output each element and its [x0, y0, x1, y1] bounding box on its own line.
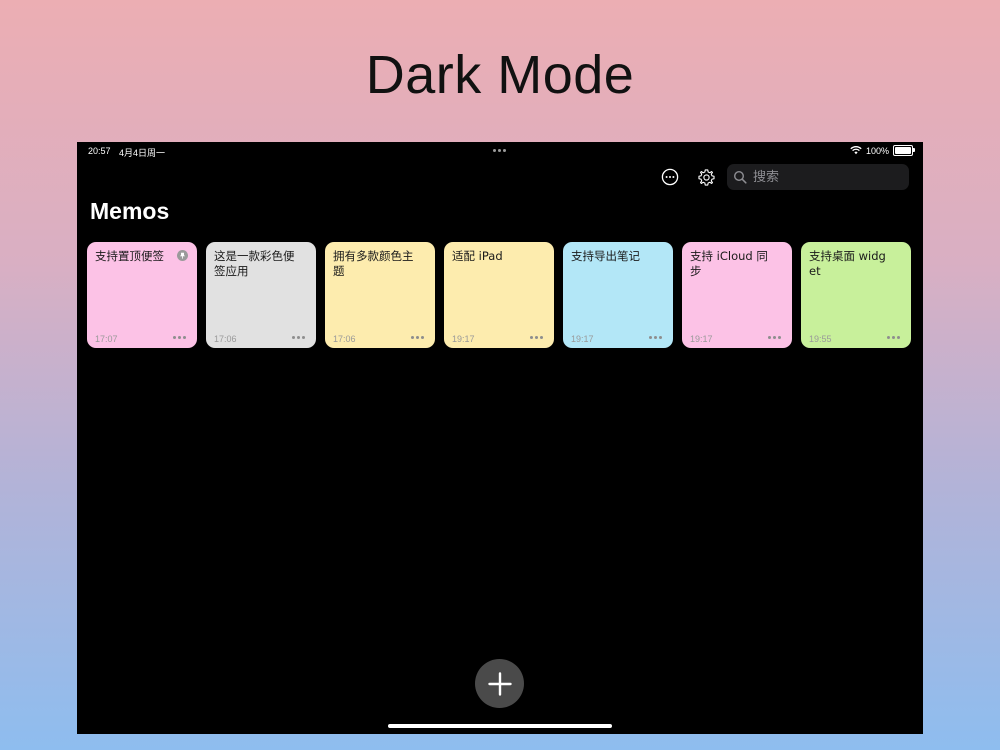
search-icon: [733, 170, 747, 184]
memo-time: 19:55: [809, 334, 832, 344]
status-bar: 20:57 4月4日周一 100%: [77, 142, 923, 160]
promo-title: Dark Mode: [365, 45, 635, 105]
memo-text: 支持桌面 widget: [809, 249, 886, 278]
more-options-button[interactable]: [660, 167, 680, 187]
memo-time: 19:17: [571, 334, 594, 344]
battery-icon: [893, 145, 915, 156]
memo-text: 拥有多款颜色主题: [333, 249, 414, 278]
memo-more-icon[interactable]: [411, 336, 424, 339]
memo-card[interactable]: 支持导出笔记 19:17: [563, 242, 673, 348]
memo-text: 适配 iPad: [452, 249, 503, 263]
memo-time: 19:17: [452, 334, 475, 344]
gear-icon: [697, 168, 715, 186]
status-right: 100%: [850, 145, 915, 156]
memo-card[interactable]: 这是一款彩色便签应用 17:06: [206, 242, 316, 348]
memo-text: 支持 iCloud 同步: [690, 249, 768, 278]
memo-list: 支持置顶便签 17:07 这是一款彩色便签应用 17:06 拥有多款颜色主题 1…: [87, 242, 911, 348]
memo-more-icon[interactable]: [649, 336, 662, 339]
memo-text: 支持导出笔记: [571, 249, 640, 263]
memo-card[interactable]: 拥有多款颜色主题 17:06: [325, 242, 435, 348]
add-memo-button[interactable]: [475, 659, 524, 708]
status-date: 4月4日周一: [119, 148, 166, 158]
memo-text: 这是一款彩色便签应用: [214, 249, 295, 278]
memo-time: 19:17: [690, 334, 713, 344]
status-time: 20:57: [88, 146, 111, 156]
memo-time: 17:07: [95, 334, 118, 344]
wifi-icon: [850, 146, 862, 155]
memo-card[interactable]: 支持 iCloud 同步 19:17: [682, 242, 792, 348]
ellipsis-circle-icon: [661, 168, 679, 186]
memo-more-icon[interactable]: [768, 336, 781, 339]
home-indicator[interactable]: [388, 724, 612, 728]
memo-more-icon[interactable]: [887, 336, 900, 339]
pin-icon: [177, 250, 188, 261]
memo-time: 17:06: [214, 334, 237, 344]
plus-icon: [487, 671, 512, 696]
memo-more-icon[interactable]: [292, 336, 305, 339]
memo-time: 17:06: [333, 334, 356, 344]
memo-more-icon[interactable]: [173, 336, 186, 339]
memo-card[interactable]: 支持置顶便签 17:07: [87, 242, 197, 348]
battery-percent: 100%: [865, 145, 889, 156]
ipad-screen: 20:57 4月4日周一 100% 搜索 Memos 支持置顶便签 17:07 …: [77, 142, 923, 734]
memo-text: 支持置顶便签: [95, 249, 164, 263]
page-title: Memos: [90, 198, 170, 224]
memo-card[interactable]: 适配 iPad 19:17: [444, 242, 554, 348]
memo-card[interactable]: 支持桌面 widget 19:55: [801, 242, 911, 348]
settings-button[interactable]: [696, 167, 716, 187]
search-input[interactable]: [751, 168, 905, 186]
memo-more-icon[interactable]: [530, 336, 543, 339]
search-bar[interactable]: [727, 164, 909, 190]
multitasking-dots-icon[interactable]: [493, 149, 506, 152]
